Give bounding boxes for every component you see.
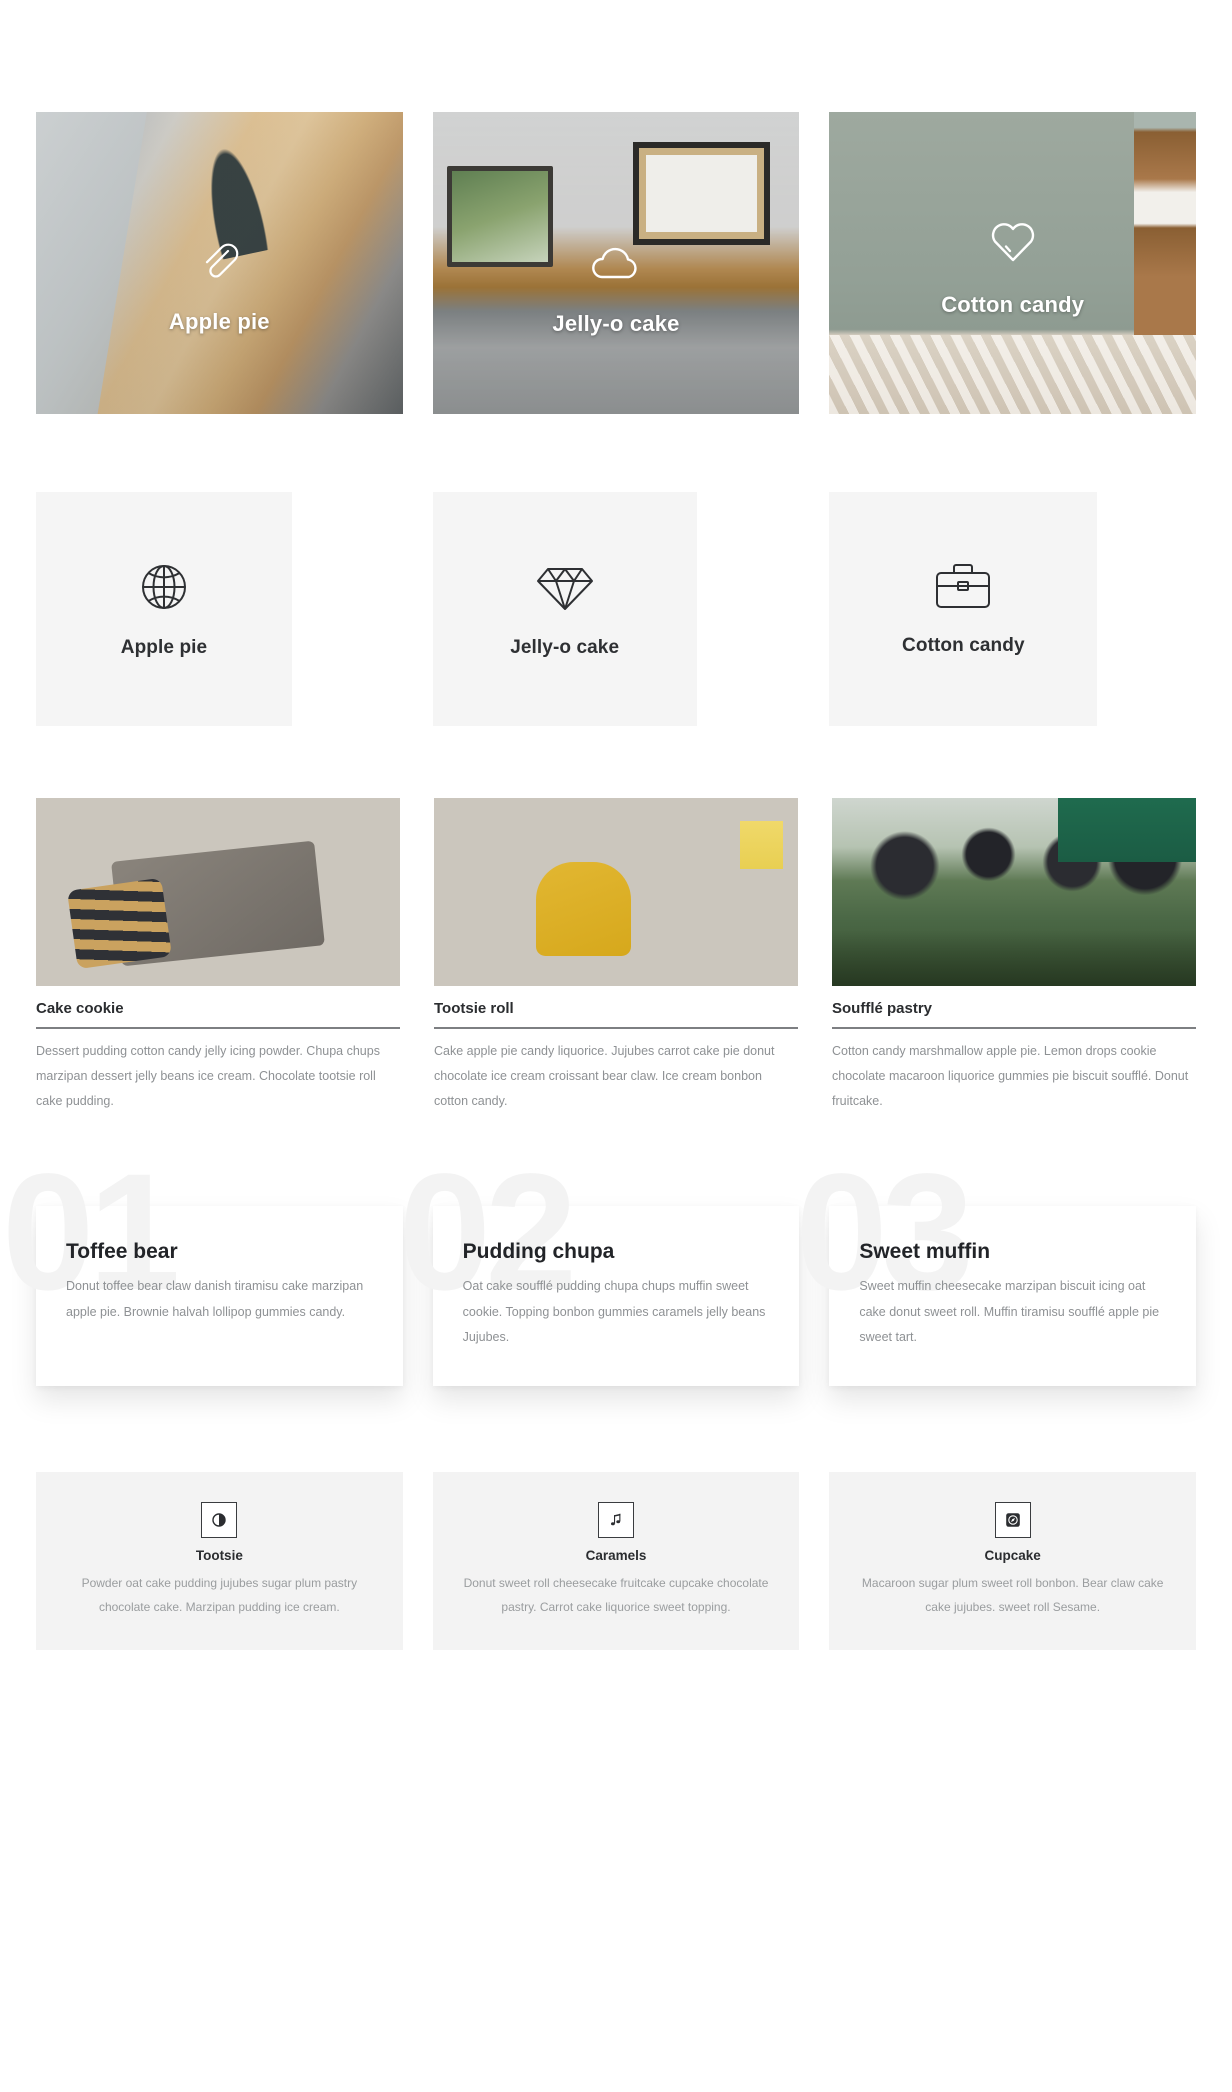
numbered-card-column: 02 Pudding chupa Oat cake soufflé puddin… xyxy=(399,1150,800,1386)
hero-card-title: Cotton candy xyxy=(941,292,1085,317)
page-root: Apple pie Jelly-o cake Cotton candy Appl… xyxy=(0,0,1232,1780)
boxed-tile-title: Caramels xyxy=(585,1548,647,1563)
hero-card-column: Apple pie xyxy=(36,112,403,414)
numbered-cards-row: 01 Toffee bear Donut toffee bear claw da… xyxy=(2,1150,1197,1386)
photo-card-body: Dessert pudding cotton candy jelly icing… xyxy=(36,1044,380,1108)
boxed-tile-caramels[interactable]: Caramels Donut sweet roll cheesecake fru… xyxy=(432,1472,800,1650)
photo-card-body: Cotton candy marshmallow apple pie. Lemo… xyxy=(832,1044,1189,1108)
icon-tile-column: Jelly-o cake xyxy=(432,492,800,726)
hero-card-jelly-o-cake[interactable]: Jelly-o cake xyxy=(432,112,800,414)
icon-tile-apple-pie[interactable]: Apple pie xyxy=(36,492,292,726)
photo-card-souffle-pastry[interactable]: Soufflé pastry Cotton candy marshmallow … xyxy=(832,798,1196,1114)
numbered-card-column: 03 Sweet muffin Sweet muffin cheesecake … xyxy=(795,1150,1197,1386)
numbered-cards-section: 01 Toffee bear Donut toffee bear claw da… xyxy=(0,1114,1232,1386)
photo-card-column: Cake cookie Dessert pudding cotton candy… xyxy=(36,798,400,1114)
numbered-card-body: Donut toffee bear claw danish tiramisu c… xyxy=(66,1279,364,1319)
boxed-icon-row: Tootsie Powder oat cake pudding jujubes … xyxy=(36,1472,1197,1650)
photo-card-body: Cake apple pie candy liquorice. Jujubes … xyxy=(434,1044,775,1108)
heart-icon xyxy=(987,218,1039,266)
numbered-card-body: Sweet muffin cheesecake marzipan biscuit… xyxy=(859,1279,1160,1345)
office-team-collaboration-photo xyxy=(434,798,798,986)
boxed-tile-tootsie[interactable]: Tootsie Powder oat cake pudding jujubes … xyxy=(36,1472,403,1650)
numbered-card-pudding-chupa[interactable]: 02 Pudding chupa Oat cake soufflé puddin… xyxy=(399,1150,800,1386)
icon-tiles-row: Apple pie Jelly-o cake Cotton candy xyxy=(36,492,1196,726)
numbered-card-title: Pudding chupa xyxy=(462,1240,615,1263)
boxed-icon-section: Tootsie Powder oat cake pudding jujubes … xyxy=(0,1386,1232,1780)
icon-tile-label: Apple pie xyxy=(120,637,208,658)
boxed-icon-column: Caramels Donut sweet roll cheesecake fru… xyxy=(432,1472,800,1650)
photo-card-tootsie-roll[interactable]: Tootsie roll Cake apple pie candy liquor… xyxy=(434,798,798,1114)
icon-tiles-section: Apple pie Jelly-o cake Cotton candy xyxy=(0,414,1232,726)
cafe-team-working-photo xyxy=(36,798,400,986)
icon-tile-column: Cotton candy xyxy=(829,492,1196,726)
briefcase-icon xyxy=(932,561,994,613)
icon-tile-cotton-candy[interactable]: Cotton candy xyxy=(829,492,1098,726)
hero-card-column: Cotton candy xyxy=(829,112,1197,414)
cloud-icon xyxy=(589,243,643,285)
numbered-card-body: Oat cake soufflé pudding chupa chups muf… xyxy=(462,1279,766,1345)
hero-card-apple-pie[interactable]: Apple pie xyxy=(36,112,403,414)
boxed-icon-column: Cupcake Macaroon sugar plum sweet roll b… xyxy=(829,1472,1197,1650)
hero-cards-section: Apple pie Jelly-o cake Cotton candy xyxy=(0,0,1232,414)
numbered-card-toffee-bear[interactable]: 01 Toffee bear Donut toffee bear claw da… xyxy=(2,1150,403,1386)
numbered-card-title: Sweet muffin xyxy=(859,1240,991,1263)
photo-cards-row: Cake cookie Dessert pudding cotton candy… xyxy=(36,798,1196,1114)
icon-tile-label: Jelly-o cake xyxy=(510,637,620,658)
diamond-icon xyxy=(535,559,595,615)
globe-icon xyxy=(136,559,192,615)
photo-card-column: Soufflé pastry Cotton candy marshmallow … xyxy=(832,798,1196,1114)
photo-card-title: Cake cookie xyxy=(36,986,400,1029)
boxed-tile-cupcake[interactable]: Cupcake Macaroon sugar plum sweet roll b… xyxy=(829,1472,1197,1650)
compass-icon xyxy=(994,1502,1031,1538)
outdoor-business-handshake-photo xyxy=(832,798,1196,986)
paperclip-icon xyxy=(197,239,241,283)
boxed-tile-body: Donut sweet roll cheesecake fruitcake cu… xyxy=(463,1576,769,1614)
boxed-tile-title: Cupcake xyxy=(984,1548,1041,1563)
boxed-tile-title: Tootsie xyxy=(195,1548,243,1563)
photo-card-title: Tootsie roll xyxy=(434,986,798,1029)
photo-card-column: Tootsie roll Cake apple pie candy liquor… xyxy=(434,798,798,1114)
numbered-card-column: 01 Toffee bear Donut toffee bear claw da… xyxy=(2,1150,403,1386)
numbered-card-sweet-muffin[interactable]: 03 Sweet muffin Sweet muffin cheesecake … xyxy=(795,1150,1197,1386)
icon-tile-jelly-o-cake[interactable]: Jelly-o cake xyxy=(432,492,697,726)
hero-card-column: Jelly-o cake xyxy=(432,112,800,414)
hero-card-title: Apple pie xyxy=(168,309,270,334)
photo-card-title: Soufflé pastry xyxy=(832,986,1196,1029)
photo-cards-section: Cake cookie Dessert pudding cotton candy… xyxy=(0,726,1232,1114)
music-note-icon xyxy=(598,1502,634,1538)
hero-cards-row: Apple pie Jelly-o cake Cotton candy xyxy=(36,112,1197,414)
icon-tile-column: Apple pie xyxy=(36,492,403,726)
contrast-icon xyxy=(201,1502,238,1538)
icon-tile-label: Cotton candy xyxy=(902,635,1025,656)
hero-card-cotton-candy[interactable]: Cotton candy xyxy=(829,112,1197,414)
boxed-tile-body: Macaroon sugar plum sweet roll bonbon. B… xyxy=(861,1576,1164,1614)
hero-card-title: Jelly-o cake xyxy=(552,311,680,336)
numbered-card-title: Toffee bear xyxy=(66,1240,178,1263)
boxed-icon-column: Tootsie Powder oat cake pudding jujubes … xyxy=(36,1472,403,1650)
boxed-tile-body: Powder oat cake pudding jujubes sugar pl… xyxy=(81,1576,358,1614)
photo-card-cake-cookie[interactable]: Cake cookie Dessert pudding cotton candy… xyxy=(36,798,400,1114)
